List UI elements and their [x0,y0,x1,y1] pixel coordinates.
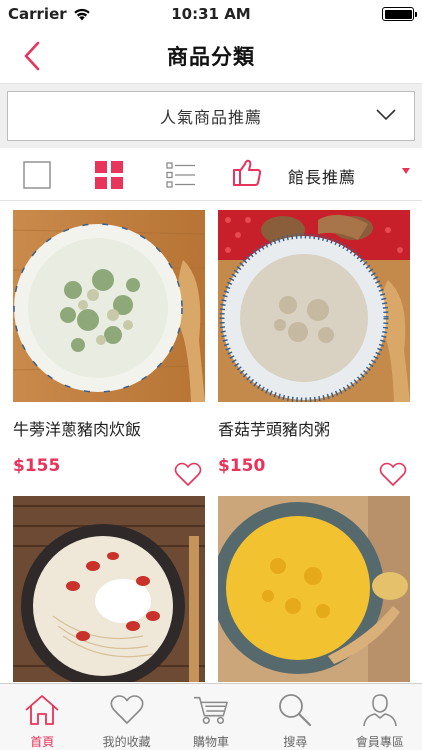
tab-favorites[interactable]: 我的收藏 [84,684,168,750]
sort-label: 館長推薦 [288,168,357,187]
chevron-down-icon [376,109,396,121]
tab-label: 我的收藏 [102,735,151,749]
product-card[interactable]: 牛蒡洋蔥豬肉炊飯 $155 [13,210,205,486]
favorite-button[interactable] [378,460,408,488]
list-view-icon [166,162,195,188]
tab-member[interactable]: 會員專區 [338,684,422,750]
product-card[interactable]: 香菇芋頭豬肉粥 $150 [218,210,410,486]
home-icon [25,695,59,725]
back-button[interactable] [14,38,50,74]
navigation-bar: 商品分類 [0,28,422,84]
tab-label: 會員專區 [355,735,404,749]
grid-view-icon [95,161,123,189]
single-view-button[interactable] [22,160,52,190]
grid-view-button[interactable] [94,160,124,190]
battery-level-fill [384,9,412,19]
product-name: 牛蒡洋蔥豬肉炊飯 [13,420,142,439]
tab-cart[interactable]: 購物車 [169,684,253,750]
product-card[interactable] [218,496,410,682]
heart-outline-icon [174,462,202,486]
tab-label: 首頁 [30,735,55,749]
category-dropdown[interactable]: 人氣商品推薦 [7,91,415,141]
product-grid: 牛蒡洋蔥豬肉炊飯 $155 香菇芋頭豬肉粥 $150 [0,202,422,682]
single-view-icon [23,161,51,189]
battery-icon [382,7,417,21]
tab-label: 購物車 [193,735,230,749]
product-name: 香菇芋頭豬肉粥 [218,420,331,439]
favorite-button[interactable] [173,460,203,488]
sort-dropdown[interactable]: 館長推薦 [232,156,414,192]
wifi-icon [73,8,90,20]
tab-bar: 首頁 我的收藏 購物車 搜尋 會員專區 [0,683,422,750]
carrier-label: Carrier [8,5,67,23]
view-sort-bar: 館長推薦 [0,148,422,201]
filter-area: 人氣商品推薦 [0,84,422,148]
cart-icon [193,696,228,725]
tab-search[interactable]: 搜尋 [253,684,337,750]
millet-porridge-photo [218,496,410,682]
list-view-button[interactable] [166,160,196,190]
tab-home[interactable]: 首頁 [0,684,84,750]
status-bar: Carrier 10:31 AM [0,0,422,28]
chevron-left-icon [24,41,40,71]
user-icon [363,694,397,727]
caret-down-icon [402,168,410,174]
rice-bowl-photo [13,210,205,402]
congee-bowl-photo [218,210,410,402]
tab-label: 搜尋 [283,735,308,749]
search-icon [279,694,312,727]
thumbs-up-icon [233,159,262,186]
heart-icon [110,695,144,724]
product-card[interactable] [13,496,205,682]
noodle-soup-photo [13,496,205,682]
category-dropdown-value: 人氣商品推薦 [159,108,262,127]
heart-outline-icon [379,462,407,486]
page-title: 商品分類 [167,44,255,69]
